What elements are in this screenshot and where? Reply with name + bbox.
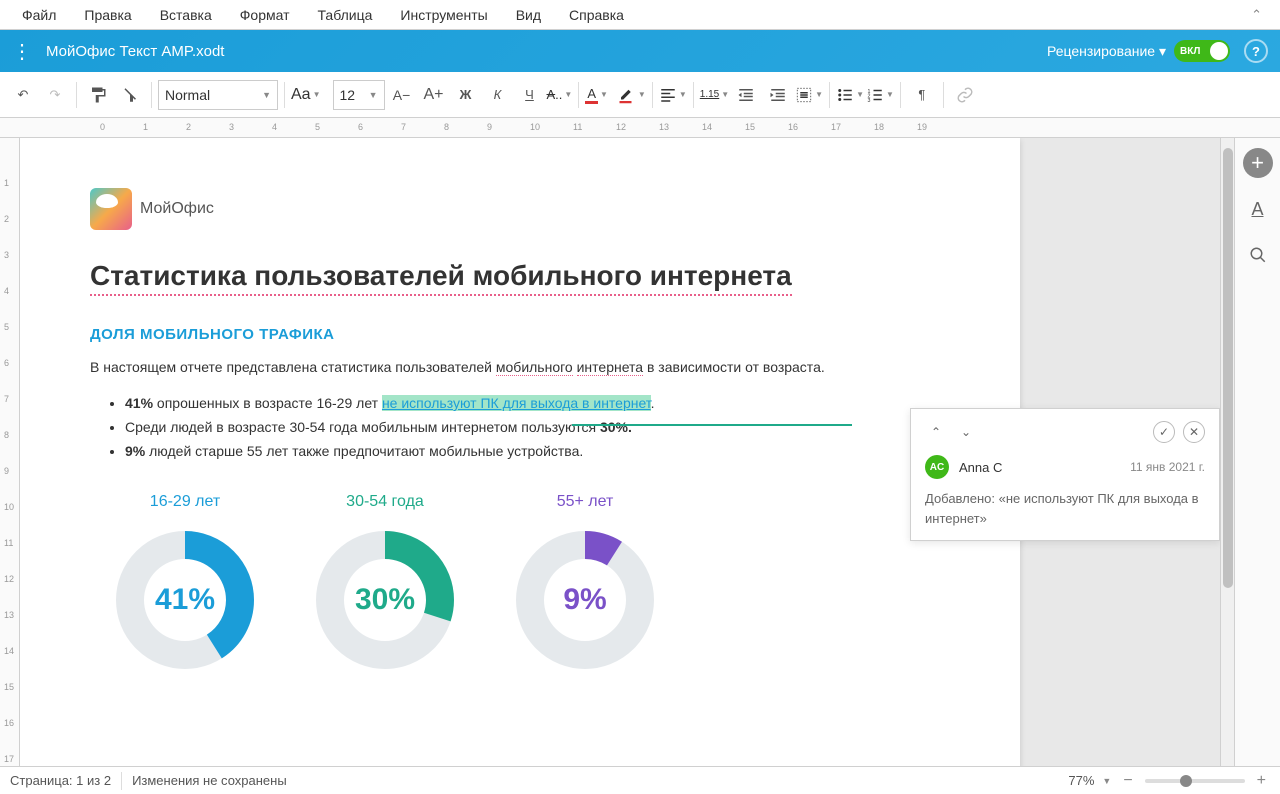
help-button[interactable]: ? [1244,39,1268,63]
bold-button[interactable]: Ж [451,80,481,110]
comment-avatar: AC [925,455,949,479]
font-color-button[interactable]: A▼ [585,86,608,104]
indent-increase-button[interactable] [763,80,793,110]
brand-name: МойОфис [140,200,214,218]
comment-connector [572,424,852,426]
menu-edit[interactable]: Правка [70,1,145,29]
redo-button[interactable]: ↷ [40,80,70,110]
review-toggle[interactable]: ВКЛ [1174,40,1230,62]
chart-value: 9% [563,583,606,617]
list-item: Среди людей в возрасте 30-54 года мобиль… [125,416,950,440]
menu-tools[interactable]: Инструменты [386,1,501,29]
donut-chart: 30-54 года 30% [310,493,460,675]
comment-author: Anna C [959,460,1120,475]
tracked-change-highlight[interactable]: не используют ПК для выхода в интернет [382,395,651,411]
donut-chart: 16-29 лет 41% [110,493,260,675]
styles-panel-button[interactable]: A [1243,194,1273,224]
charts-row: 16-29 лет 41% 30-54 года 30% 55+ лет 9% [90,493,950,675]
chart-label: 16-29 лет [110,493,260,511]
search-button[interactable] [1243,240,1273,270]
comment-reject-button[interactable]: ✕ [1183,421,1205,443]
status-bar: Страница: 1 из 2 Изменения не сохранены … [0,766,1280,794]
menu-table[interactable]: Таблица [304,1,387,29]
page: МойОфис Статистика пользователей мобильн… [20,138,1020,766]
comment-text: Добавлено: «не используют ПК для выхода … [925,489,1205,528]
highlight-color-button[interactable]: ▼ [618,86,646,104]
zoom-value[interactable]: 77% [1068,773,1094,788]
pilcrow-button[interactable]: ¶ [907,80,937,110]
undo-button[interactable]: ↶ [8,80,38,110]
menu-help[interactable]: Справка [555,1,638,29]
bullet-list: 41% опрошенных в возрасте 16-29 лет не и… [125,392,950,463]
brand-logo-icon [90,188,132,230]
font-size-combo[interactable]: 12▼ [333,80,385,110]
numbered-list-button[interactable]: 123▼ [866,86,894,104]
underline-button[interactable]: Ч [515,80,545,110]
comment-panel: ⌃ ⌄ ✓ ✕ AC Anna C 11 янв 2021 г. Добавле… [910,408,1220,541]
menu-bar: Файл Правка Вставка Формат Таблица Инстр… [0,0,1280,30]
indent-decrease-button[interactable] [731,80,761,110]
donut-chart: 55+ лет 9% [510,493,660,675]
list-item: 9% людей старше 55 лет также предпочитаю… [125,440,950,464]
document-subtitle: ДОЛЯ МОБИЛЬНОГО ТРАФИКА [90,326,950,343]
page-info: Страница: 1 из 2 [10,773,111,788]
comment-prev-button[interactable]: ⌃ [925,421,947,443]
document-title: МойОфис Текст AMP.xodt [46,43,1047,60]
bullet-list-button[interactable]: ▼ [836,86,864,104]
zoom-out-button[interactable]: − [1119,772,1136,790]
decrease-font-button[interactable]: A− [387,80,417,110]
svg-text:3: 3 [868,97,871,103]
app-menu-icon[interactable]: ⋮ [12,39,32,64]
style-combo[interactable]: Normal▼ [158,80,278,110]
increase-font-button[interactable]: A+ [419,80,449,110]
chart-label: 55+ лет [510,493,660,511]
comment-next-button[interactable]: ⌄ [955,421,977,443]
comment-date: 11 янв 2021 г. [1130,460,1205,474]
ruler-vertical[interactable]: 1234567891011121314151617 [0,138,20,766]
format-paint-button[interactable] [83,80,113,110]
list-item: 41% опрошенных в возрасте 16-29 лет не и… [125,392,950,416]
clear-format-button[interactable] [115,80,145,110]
add-comment-button[interactable]: + [1243,148,1273,178]
title-bar: ⋮ МойОфис Текст AMP.xodt Рецензирование … [0,30,1280,72]
menu-insert[interactable]: Вставка [146,1,226,29]
review-dropdown[interactable]: Рецензирование ▾ [1047,43,1166,60]
paragraph-spacing-button[interactable]: ▼ [795,86,823,104]
ruler-horizontal[interactable]: 012345678910111213141516171819 [0,118,1280,138]
menu-view[interactable]: Вид [502,1,555,29]
comment-accept-button[interactable]: ✓ [1153,421,1175,443]
chart-value: 30% [355,583,415,617]
collapse-ribbon-icon[interactable]: ⌃ [1241,1,1272,29]
more-format-button[interactable]: A..▼ [547,87,573,102]
link-button[interactable] [950,80,980,110]
align-button[interactable]: ▼ [659,86,687,104]
document-heading: Статистика пользователей мобильного инте… [90,260,792,296]
toolbar: ↶ ↷ Normal▼ Aa▼ 12▼ A− A+ Ж К Ч A..▼ A▼ … [0,72,1280,118]
font-family-combo[interactable]: Aa▼ [291,86,321,104]
italic-button[interactable]: К [483,80,513,110]
document-paragraph: В настоящем отчете представлена статисти… [90,357,950,378]
chart-value: 41% [155,583,215,617]
line-spacing-button[interactable]: 1.15▼ [700,89,729,100]
chart-label: 30-54 года [310,493,460,511]
menu-format[interactable]: Формат [226,1,304,29]
document-canvas[interactable]: МойОфис Статистика пользователей мобильн… [20,138,1220,766]
right-sidebar: + A [1234,138,1280,766]
vertical-scrollbar[interactable] [1220,138,1234,766]
save-status: Изменения не сохранены [132,773,287,788]
zoom-slider[interactable] [1145,779,1245,783]
menu-file[interactable]: Файл [8,1,70,29]
zoom-in-button[interactable]: + [1253,772,1270,790]
